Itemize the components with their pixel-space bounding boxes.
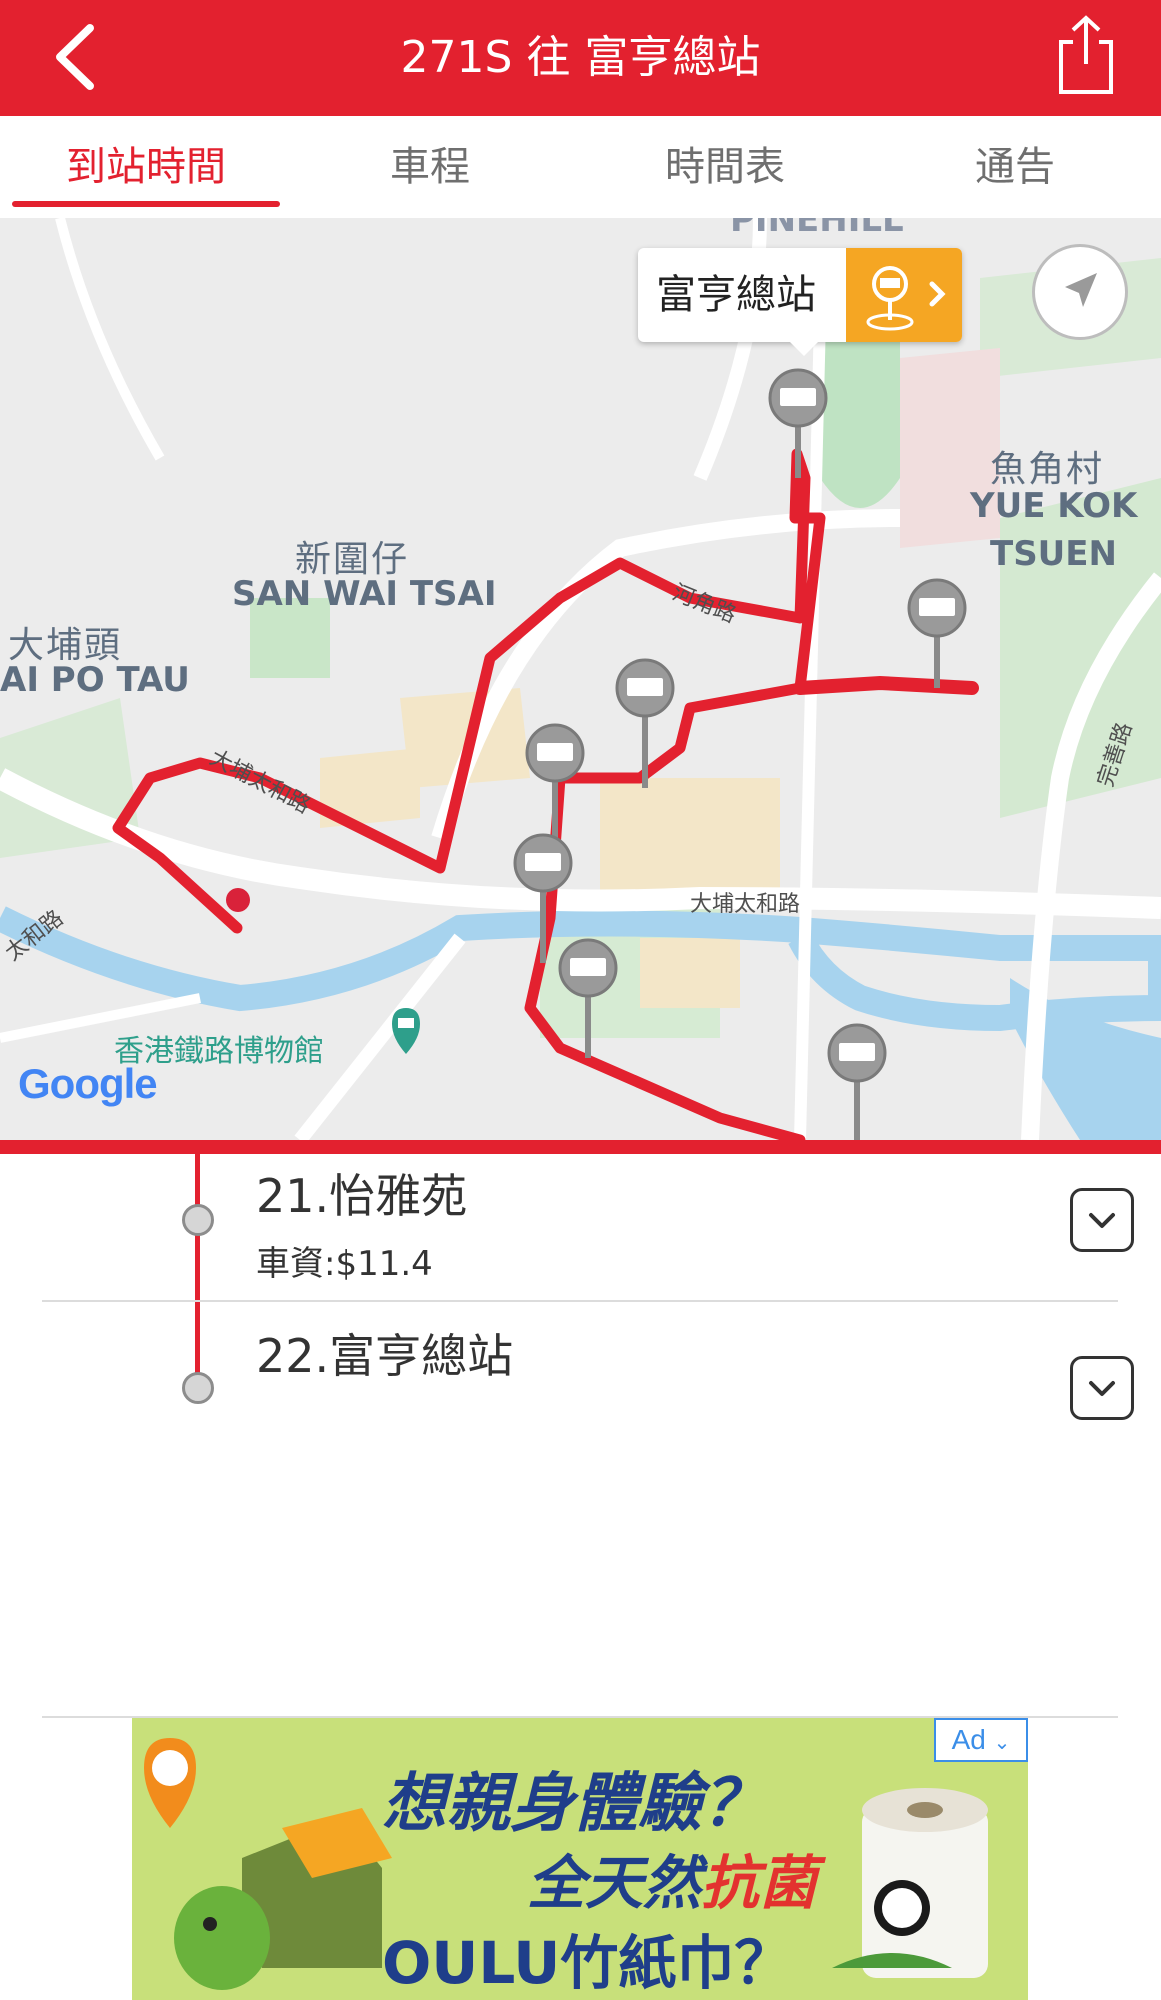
chevron-down-icon [1089,1381,1115,1396]
tab-journey[interactable]: 車程 [330,116,530,218]
app-header: 271S 往 富亨總站 [0,0,1161,116]
share-icon [1059,15,1113,94]
map-label-tai-po-tau-en: AI PO TAU [0,660,190,700]
share-button[interactable] [1051,12,1121,98]
bus-stop-pin[interactable] [827,1023,887,1140]
route-line [195,1154,200,1388]
bus-stop-pin[interactable] [525,723,585,843]
page-title: 271S 往 富亨總站 [400,32,761,83]
map-label-pinehill: PINEHILL [730,218,904,240]
list-divider [42,1300,1118,1302]
callout-detail-button[interactable] [846,248,962,342]
stop-callout[interactable]: 富亨總站 [638,248,962,356]
tab-timetable[interactable]: 時間表 [600,116,850,218]
bus-stop-pin[interactable] [907,578,967,688]
stop-marker [182,1204,214,1236]
stop-fare: 車資:$11.4 [256,1244,433,1284]
navigation-arrow-icon [1065,273,1097,307]
tab-bar: 到站時間 車程 時間表 通告 [0,116,1161,219]
route-map[interactable]: PINEHILL 新圍仔 SAN WAI TSAI 大埔頭 AI PO TAU … [0,218,1161,1140]
map-label-yue-kok-zh: 魚角村 [990,449,1105,490]
active-tab-indicator [12,201,280,207]
ad-choice-button[interactable]: Ad ⌄ [934,1718,1028,1762]
ad-subheadline-highlight: 抗菌 [701,1849,818,1917]
chevron-down-icon: ⌄ [993,1732,1011,1754]
ad-headline: 想親身體驗？ [382,1767,766,1841]
bus-stop-detail-icon [866,266,946,331]
stop-name: 22.富亨總站 [256,1329,514,1383]
ad-subheadline-part1: 全天然 [527,1849,702,1917]
locate-me-button[interactable] [1032,244,1128,340]
ad-product-name: OULU竹紙巾？ [382,1929,793,1997]
map-label-yue-kok-en2: TSUEN [990,534,1117,574]
stop-list: 21.怡雅苑 車資:$11.4 22.富亨總站 [0,1154,1161,1718]
ad-tag-label: Ad [951,1724,986,1755]
expand-button[interactable] [1070,1188,1134,1252]
stop-name: 21.怡雅苑 [256,1169,468,1223]
map-label-yue-kok-en1: YUE KOK [970,486,1138,526]
ad-subheadline: 全天然抗菌 [527,1836,817,1920]
google-attribution: Google [18,1060,158,1108]
callout-tail [790,342,818,356]
expand-button[interactable] [1070,1356,1134,1420]
map-label-san-wai-tsai-en: SAN WAI TSAI [232,574,497,614]
stop-marker [182,1372,214,1404]
chevron-down-icon [1089,1213,1115,1228]
tab-notices[interactable]: 通告 [900,116,1130,218]
ad-banner[interactable]: Ad ⌄ 想親身體驗？ 全天然抗菌 OULU竹紙巾？ [132,1718,1028,2000]
map-divider-bar [0,1140,1161,1154]
google-logo-text: Google [18,1060,158,1107]
bus-stop-pin[interactable] [615,658,675,788]
callout-stop-name: 富亨總站 [656,272,816,318]
map-label-road-tai-po-tai-wo-2: 大埔太和路 [690,892,801,917]
